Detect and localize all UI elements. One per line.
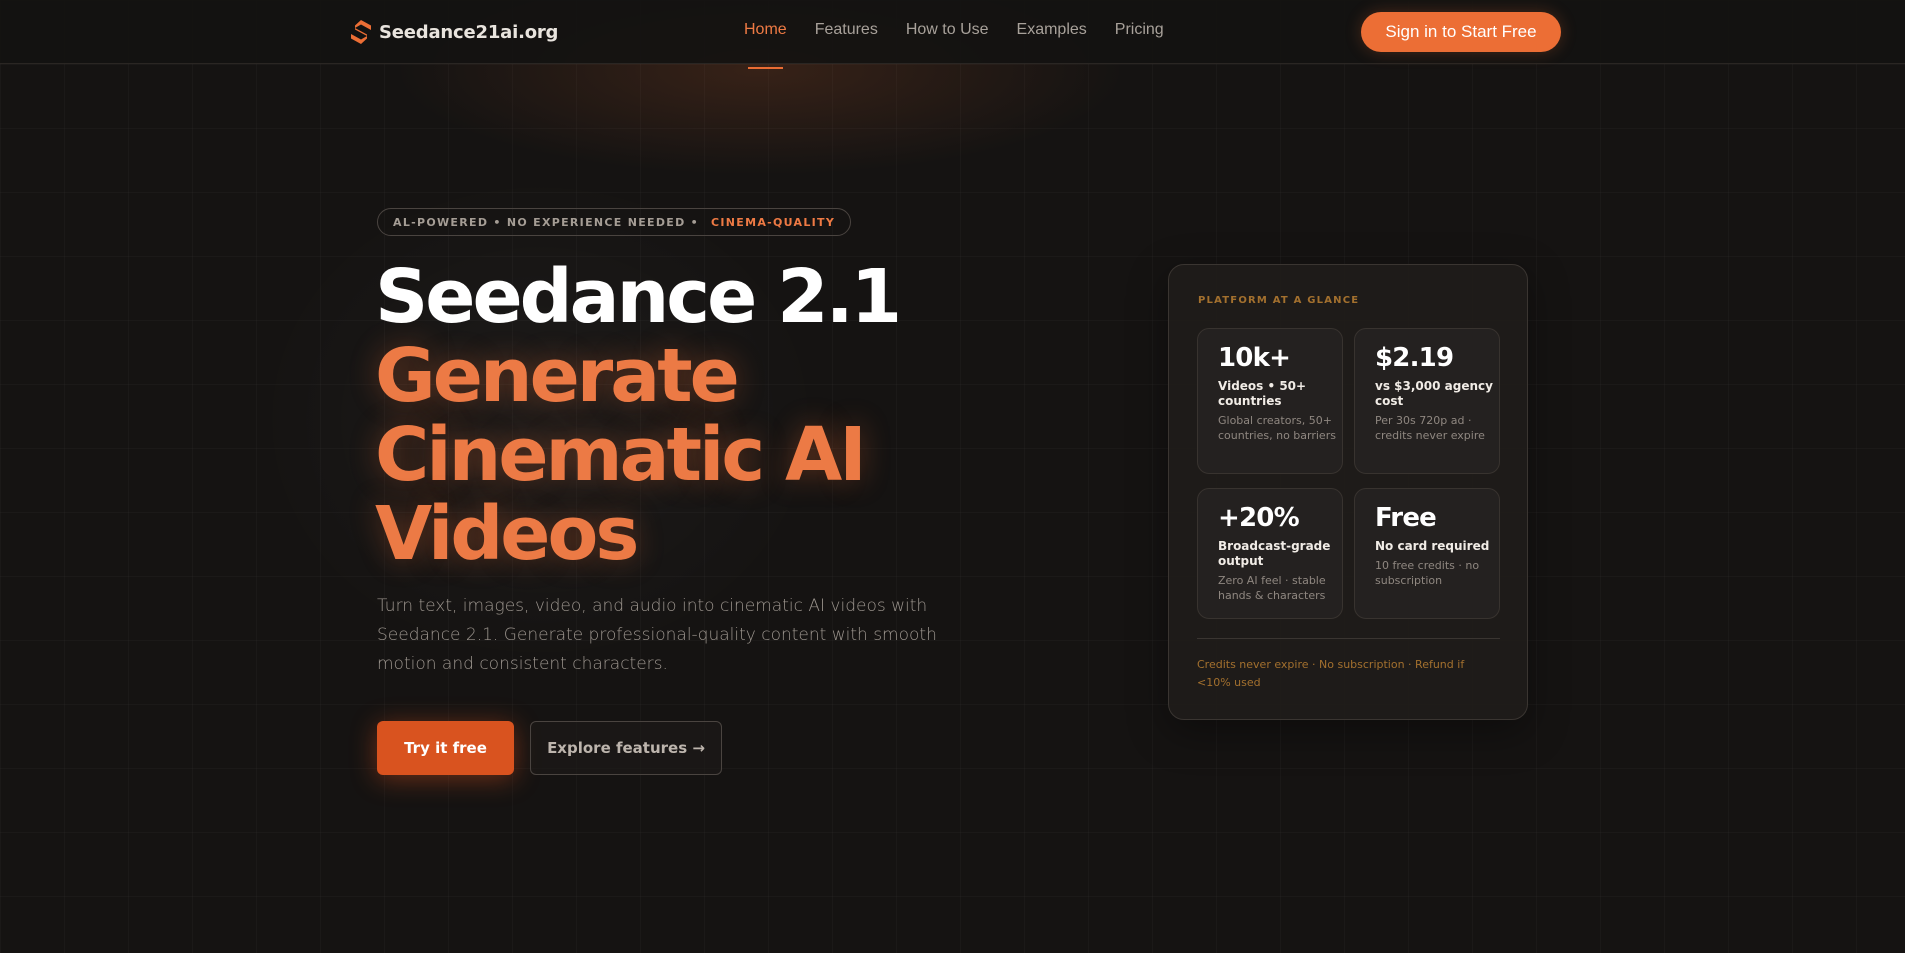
stat-subtitle: Per 30s 720p ad · credits never expire bbox=[1375, 414, 1485, 442]
explore-features-button[interactable]: Explore features → bbox=[530, 721, 722, 775]
nav-link-examples[interactable]: Examples bbox=[1017, 21, 1087, 39]
nav-link-pricing[interactable]: Pricing bbox=[1115, 21, 1164, 39]
nav-link-home[interactable]: Home bbox=[744, 21, 787, 69]
stat-card-price: $2.19 vs $3,000 agency cost Per 30s 720p… bbox=[1354, 328, 1500, 474]
landing-page: Seedance21ai.org Home Features How to Us… bbox=[0, 0, 1905, 953]
hero-badge: AL-POWERED • NO EXPERIENCE NEEDED • CINE… bbox=[377, 208, 852, 236]
nav-link-features[interactable]: Features bbox=[815, 21, 878, 39]
glance-divider bbox=[1197, 638, 1500, 639]
nav-links: Home Features How to Use Examples Pricin… bbox=[744, 21, 1192, 69]
glance-footer: Credits never expire · No subscription ·… bbox=[1197, 658, 1465, 689]
sign-in-button[interactable]: Sign in to Start Free bbox=[1361, 12, 1561, 52]
glance-label: PLATFORM AT A GLANCE bbox=[1198, 295, 1360, 306]
stat-card-quality: +20% Broadcast-grade output Zero AI feel… bbox=[1197, 488, 1343, 619]
platform-glance-card: PLATFORM AT A GLANCE 10k+ Videos • 50+ c… bbox=[1168, 264, 1528, 720]
hero-title: Seedance 2.1 Generate Cinematic AI Video… bbox=[375, 254, 902, 577]
stat-value: $2.19 bbox=[1375, 343, 1454, 373]
brand-name: Seedance21ai.org bbox=[379, 21, 559, 43]
stat-value: Free bbox=[1375, 503, 1437, 533]
hero-title-line-4: Videos bbox=[375, 491, 639, 577]
stat-title: Videos • 50+ countries bbox=[1218, 379, 1307, 408]
s-logo-icon bbox=[351, 20, 371, 44]
top-nav: Seedance21ai.org Home Features How to Us… bbox=[0, 0, 1905, 69]
stat-subtitle: Zero AI feel · stable hands & characters bbox=[1218, 574, 1326, 602]
hero-title-line-2: Generate bbox=[375, 333, 740, 419]
stat-subtitle: Global creators, 50+ countries, no barri… bbox=[1218, 414, 1336, 442]
hero-description: Turn text, images, video, and audio into… bbox=[377, 596, 937, 674]
badge-accent: CINEMA-QUALITY bbox=[710, 215, 836, 229]
stat-value: 10k+ bbox=[1218, 343, 1291, 373]
stat-title: Broadcast-grade output bbox=[1218, 539, 1331, 568]
stat-value: +20% bbox=[1218, 503, 1300, 533]
hero-title-line-1: Seedance 2.1 bbox=[375, 254, 902, 340]
stat-subtitle: 10 free credits · no subscription bbox=[1375, 559, 1480, 587]
brand-logo-link[interactable]: Seedance21ai.org bbox=[349, 18, 558, 46]
stat-card-videos: 10k+ Videos • 50+ countries Global creat… bbox=[1197, 328, 1343, 474]
hero-title-line-3: Cinematic AI bbox=[375, 412, 867, 498]
nav-link-how-to-use[interactable]: How to Use bbox=[906, 21, 989, 39]
badge-text: AL-POWERED • NO EXPERIENCE NEEDED • bbox=[393, 215, 699, 229]
stat-card-free: Free No card required 10 free credits · … bbox=[1354, 488, 1500, 619]
stat-title: vs $3,000 agency cost bbox=[1375, 379, 1493, 408]
stat-title: No card required bbox=[1375, 539, 1490, 553]
try-free-button[interactable]: Try it free bbox=[377, 721, 514, 775]
